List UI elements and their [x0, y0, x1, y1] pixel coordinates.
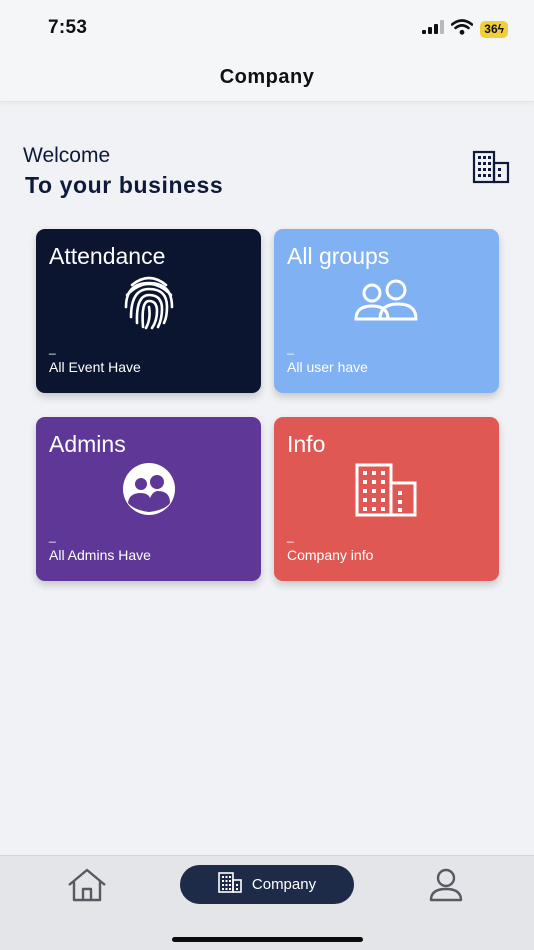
- card-title: Info: [287, 431, 326, 457]
- building-icon: [355, 463, 417, 522]
- person-icon: [428, 868, 464, 906]
- status-icons: 36ϟ: [422, 19, 508, 40]
- tab-company-label: Company: [251, 876, 317, 893]
- card-subtitle: All user have: [287, 359, 368, 375]
- cellular-signal-icon: [422, 20, 445, 39]
- fingerprint-icon: [120, 273, 178, 336]
- info-card[interactable]: Info _ Company info: [274, 417, 499, 581]
- building-icon: [218, 871, 242, 898]
- card-title: Admins: [49, 431, 126, 457]
- welcome-heading: Welcome: [23, 144, 111, 167]
- status-bar: 7:53 36ϟ: [0, 0, 534, 54]
- attendance-card[interactable]: Attendance _ All Event Have: [36, 229, 261, 393]
- admins-icon: [120, 463, 178, 520]
- card-dash: _: [49, 341, 56, 355]
- tab-bar: Company: [0, 855, 534, 950]
- wifi-icon: [450, 19, 474, 40]
- navigation-bar: Company: [0, 54, 534, 102]
- battery-level: 36: [484, 22, 498, 36]
- card-subtitle: All Admins Have: [49, 547, 151, 563]
- card-subtitle: All Event Have: [49, 359, 141, 375]
- card-dash: _: [287, 341, 294, 355]
- tab-profile[interactable]: [428, 868, 464, 907]
- tab-company[interactable]: Company: [180, 865, 354, 904]
- tab-home[interactable]: [67, 868, 107, 907]
- home-indicator: [172, 937, 363, 942]
- card-dash: _: [287, 529, 294, 543]
- card-dash: _: [49, 529, 56, 543]
- page-title: Company: [219, 66, 315, 88]
- users-icon: [353, 279, 419, 328]
- card-title: All groups: [287, 243, 390, 269]
- status-time: 7:53: [48, 17, 88, 38]
- all-groups-card[interactable]: All groups _ All user have: [274, 229, 499, 393]
- building-icon: [472, 150, 510, 189]
- battery-indicator: 36ϟ: [480, 21, 508, 38]
- charging-bolt-icon: ϟ: [497, 22, 504, 36]
- card-title: Attendance: [49, 243, 166, 269]
- home-icon: [67, 868, 107, 906]
- admins-card[interactable]: Admins _ All Admins Have: [36, 417, 261, 581]
- card-subtitle: Company info: [287, 547, 374, 563]
- welcome-subheading: To your business: [25, 172, 224, 198]
